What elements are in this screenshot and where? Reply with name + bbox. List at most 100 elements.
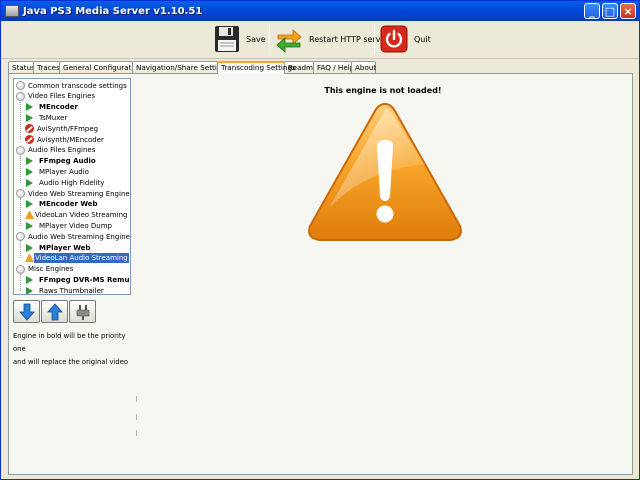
tree-engine-item[interactable]: MPlayer Video Dump [25,221,113,231]
app-icon [5,5,19,17]
tree-item-label: VideoLan Video Streaming [35,211,128,220]
warning-icon [308,102,462,241]
tree-engine-item[interactable]: FFmpeg Audio [25,156,97,166]
tab-navigation-share-settings[interactable]: Navigation/Share Settings [132,61,230,73]
tree-category[interactable]: Misc Engines [16,264,74,274]
minimize-button[interactable]: _ [584,3,600,19]
toolbar-separator [269,24,270,54]
tree-connector [20,100,21,140]
restart-label: Restart HTTP server [309,34,389,44]
tree-category[interactable]: Video Files Engines [16,91,96,101]
tree-engine-item[interactable]: Audio High Fidelity [25,178,105,188]
tab-status[interactable]: Status [8,61,35,73]
tree-item-label: Video Files Engines [28,92,96,101]
tree-connector [20,197,21,226]
tree-item-label: TsMuxer [39,113,68,122]
play-icon [26,113,35,122]
plug-icon [76,304,89,320]
play-icon [26,157,35,166]
toolbar-separator [374,24,375,54]
tree-item-label: MPlayer Audio [39,167,89,176]
tree-engine-item[interactable]: AviSynth/FFmpeg [25,124,99,134]
tree-item-label: Audio Web Streaming Engines [28,232,131,241]
engine-order-buttons [13,300,96,323]
power-icon [380,25,408,53]
tree-engine-item[interactable]: VideoLan Video Streaming [25,210,128,220]
folder-icon [16,189,25,198]
forbidden-icon [25,124,34,134]
tree-connector [20,273,21,291]
app-window: Java PS3 Media Server v1.10.51 _ □ × Sav… [0,0,640,480]
tree-engine-item[interactable]: FFmpeg DVR-MS Remux [25,275,131,285]
tree-engine-item[interactable]: TsMuxer [25,113,68,123]
tree-item-label: MPlayer Video Dump [39,221,112,230]
toggle-engine-button[interactable] [69,300,96,323]
maximize-button[interactable]: □ [602,3,618,19]
tab-bar: Status Traces General Configuration Navigat… [8,61,376,74]
play-icon [26,200,35,209]
close-button[interactable]: × [620,3,636,19]
warning-icon [25,211,34,220]
tree-category[interactable]: Audio Web Streaming Engines [16,232,131,242]
tree-category[interactable]: Common transcode settings [16,81,128,91]
tab-transcoding-settings[interactable]: Transcoding Settings [217,61,296,74]
tree-item-label: Avisynth/MEncoder [37,135,104,144]
tree-connector [20,240,21,259]
tree-connector [20,154,21,183]
play-icon [26,286,35,294]
tree-engine-item[interactable]: Avisynth/MEncoder [25,135,105,145]
tree-engine-item[interactable]: MPlayer Web [25,243,91,253]
quit-button[interactable]: Quit [380,23,431,55]
title-bar[interactable]: Java PS3 Media Server v1.10.51 _ □ × [1,1,639,21]
move-up-button[interactable] [41,300,68,323]
play-icon [26,221,35,230]
engine-list-column: Common transcode settings Video Files Eng… [13,78,131,472]
priority-hint: Engine in bold will be the priority one … [13,330,131,369]
tree-engine-item[interactable]: VideoLan Audio Streaming [25,253,129,264]
play-icon [26,243,35,252]
arrow-down-icon [18,303,35,321]
tree-engine-item[interactable]: Raws Thumbnailer [25,286,105,294]
folder-icon [16,81,25,90]
floppy-disk-icon [215,26,239,52]
tree-item-label: Common transcode settings [28,81,127,90]
folder-icon [16,264,25,274]
tree-category[interactable]: Audio Files Engines [16,145,96,155]
tree-item-label: MPlayer Web [39,243,91,252]
tab-general-configuration[interactable]: General Configuration [59,61,142,73]
window-controls: _ □ × [584,3,636,19]
save-button[interactable]: Save [214,23,266,55]
tree-engine-item[interactable]: MPlayer Audio [25,167,90,177]
tree-item-label: Video Web Streaming Engines [28,189,131,198]
tree-engine-item[interactable]: MEncoder [25,102,79,112]
tree-item-label: VideoLan Audio Streaming [34,253,129,264]
folder-icon [16,91,25,101]
tab-traces[interactable]: Traces [33,61,60,73]
tab-about[interactable]: About [351,61,376,73]
tree-item-label: MEncoder Web [39,200,98,209]
window-title: Java PS3 Media Server v1.10.51 [23,5,203,17]
restart-http-server-button[interactable]: Restart HTTP server [275,23,389,55]
tree-engine-item[interactable]: MEncoder Web [25,199,99,209]
tree-item-label: FFmpeg DVR-MS Remux [39,275,131,284]
move-down-button[interactable] [13,300,40,323]
warning-icon [25,254,34,263]
tree-item-label: AviSynth/FFmpeg [37,124,99,133]
tree-item-label: FFmpeg Audio [39,157,96,166]
tab-faq-help[interactable]: FAQ / Help [313,61,354,73]
hint-line-1: Engine in bold will be the priority one [13,332,126,353]
transcoding-settings-panel: Common transcode settings Video Files Eng… [8,73,633,475]
tree-category[interactable]: Video Web Streaming Engines [16,189,131,199]
quit-label: Quit [414,34,431,44]
play-icon [26,103,35,112]
tree-item-label: Audio High Fidelity [39,178,105,187]
arrow-up-icon [46,302,63,320]
play-icon [26,167,35,176]
forbidden-icon [25,135,34,144]
folder-icon [16,145,25,155]
engine-detail-area: This engine is not loaded! [137,78,629,472]
engine-tree[interactable]: Common transcode settings Video Files Eng… [13,78,131,295]
engine-status-message: This engine is not loaded! [324,86,442,95]
toolbar: Save Restart HTTP server Quit [1,21,639,59]
restart-arrows-icon [276,29,302,53]
